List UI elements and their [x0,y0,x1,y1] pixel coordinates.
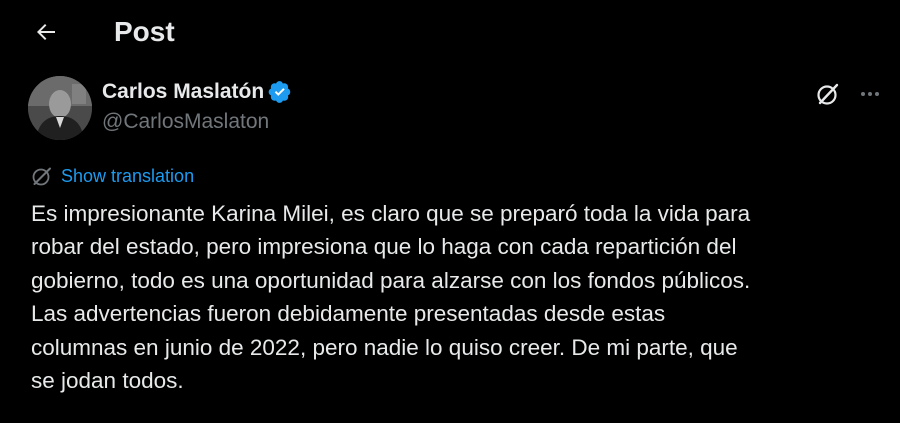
tweet-text-line: columnas en junio de 2022, pero nadie lo… [31,334,738,360]
grok-button[interactable] [812,78,844,110]
show-translation-button[interactable]: Show translation [31,162,194,190]
top-bar: Post [0,0,900,64]
arrow-left-icon [37,24,55,40]
author-display-name[interactable]: Carlos Maslatón [102,80,264,104]
verified-badge-icon[interactable] [268,80,292,104]
tweet-text-line: Es impresionante Karina Milei, es claro … [31,201,751,226]
avatar[interactable] [28,76,92,140]
tweet-text-line: robar del estado, pero impresiona que lo… [31,234,737,260]
grok-icon [817,83,839,105]
tweet-text-line: se jodan todos. [31,368,184,394]
translate-globe-icon [32,167,51,186]
tweet-text: Es impresionante Karina Milei, es claro … [31,197,881,397]
author-handle[interactable]: @CarlosMaslaton [102,108,269,136]
user-name-row: Carlos Maslatón [102,77,292,107]
more-options-button[interactable] [854,78,886,110]
page-title: Post [114,16,175,47]
tweet-text-line: gobierno, todo es una oportunidad para a… [31,267,751,293]
avatar-image [28,76,92,140]
more-horizontal-icon [861,92,879,96]
back-button[interactable] [28,14,64,50]
tweet-text-line: Las advertencias fueron debidamente pres… [31,301,666,327]
show-translation-label: Show translation [61,165,195,186]
